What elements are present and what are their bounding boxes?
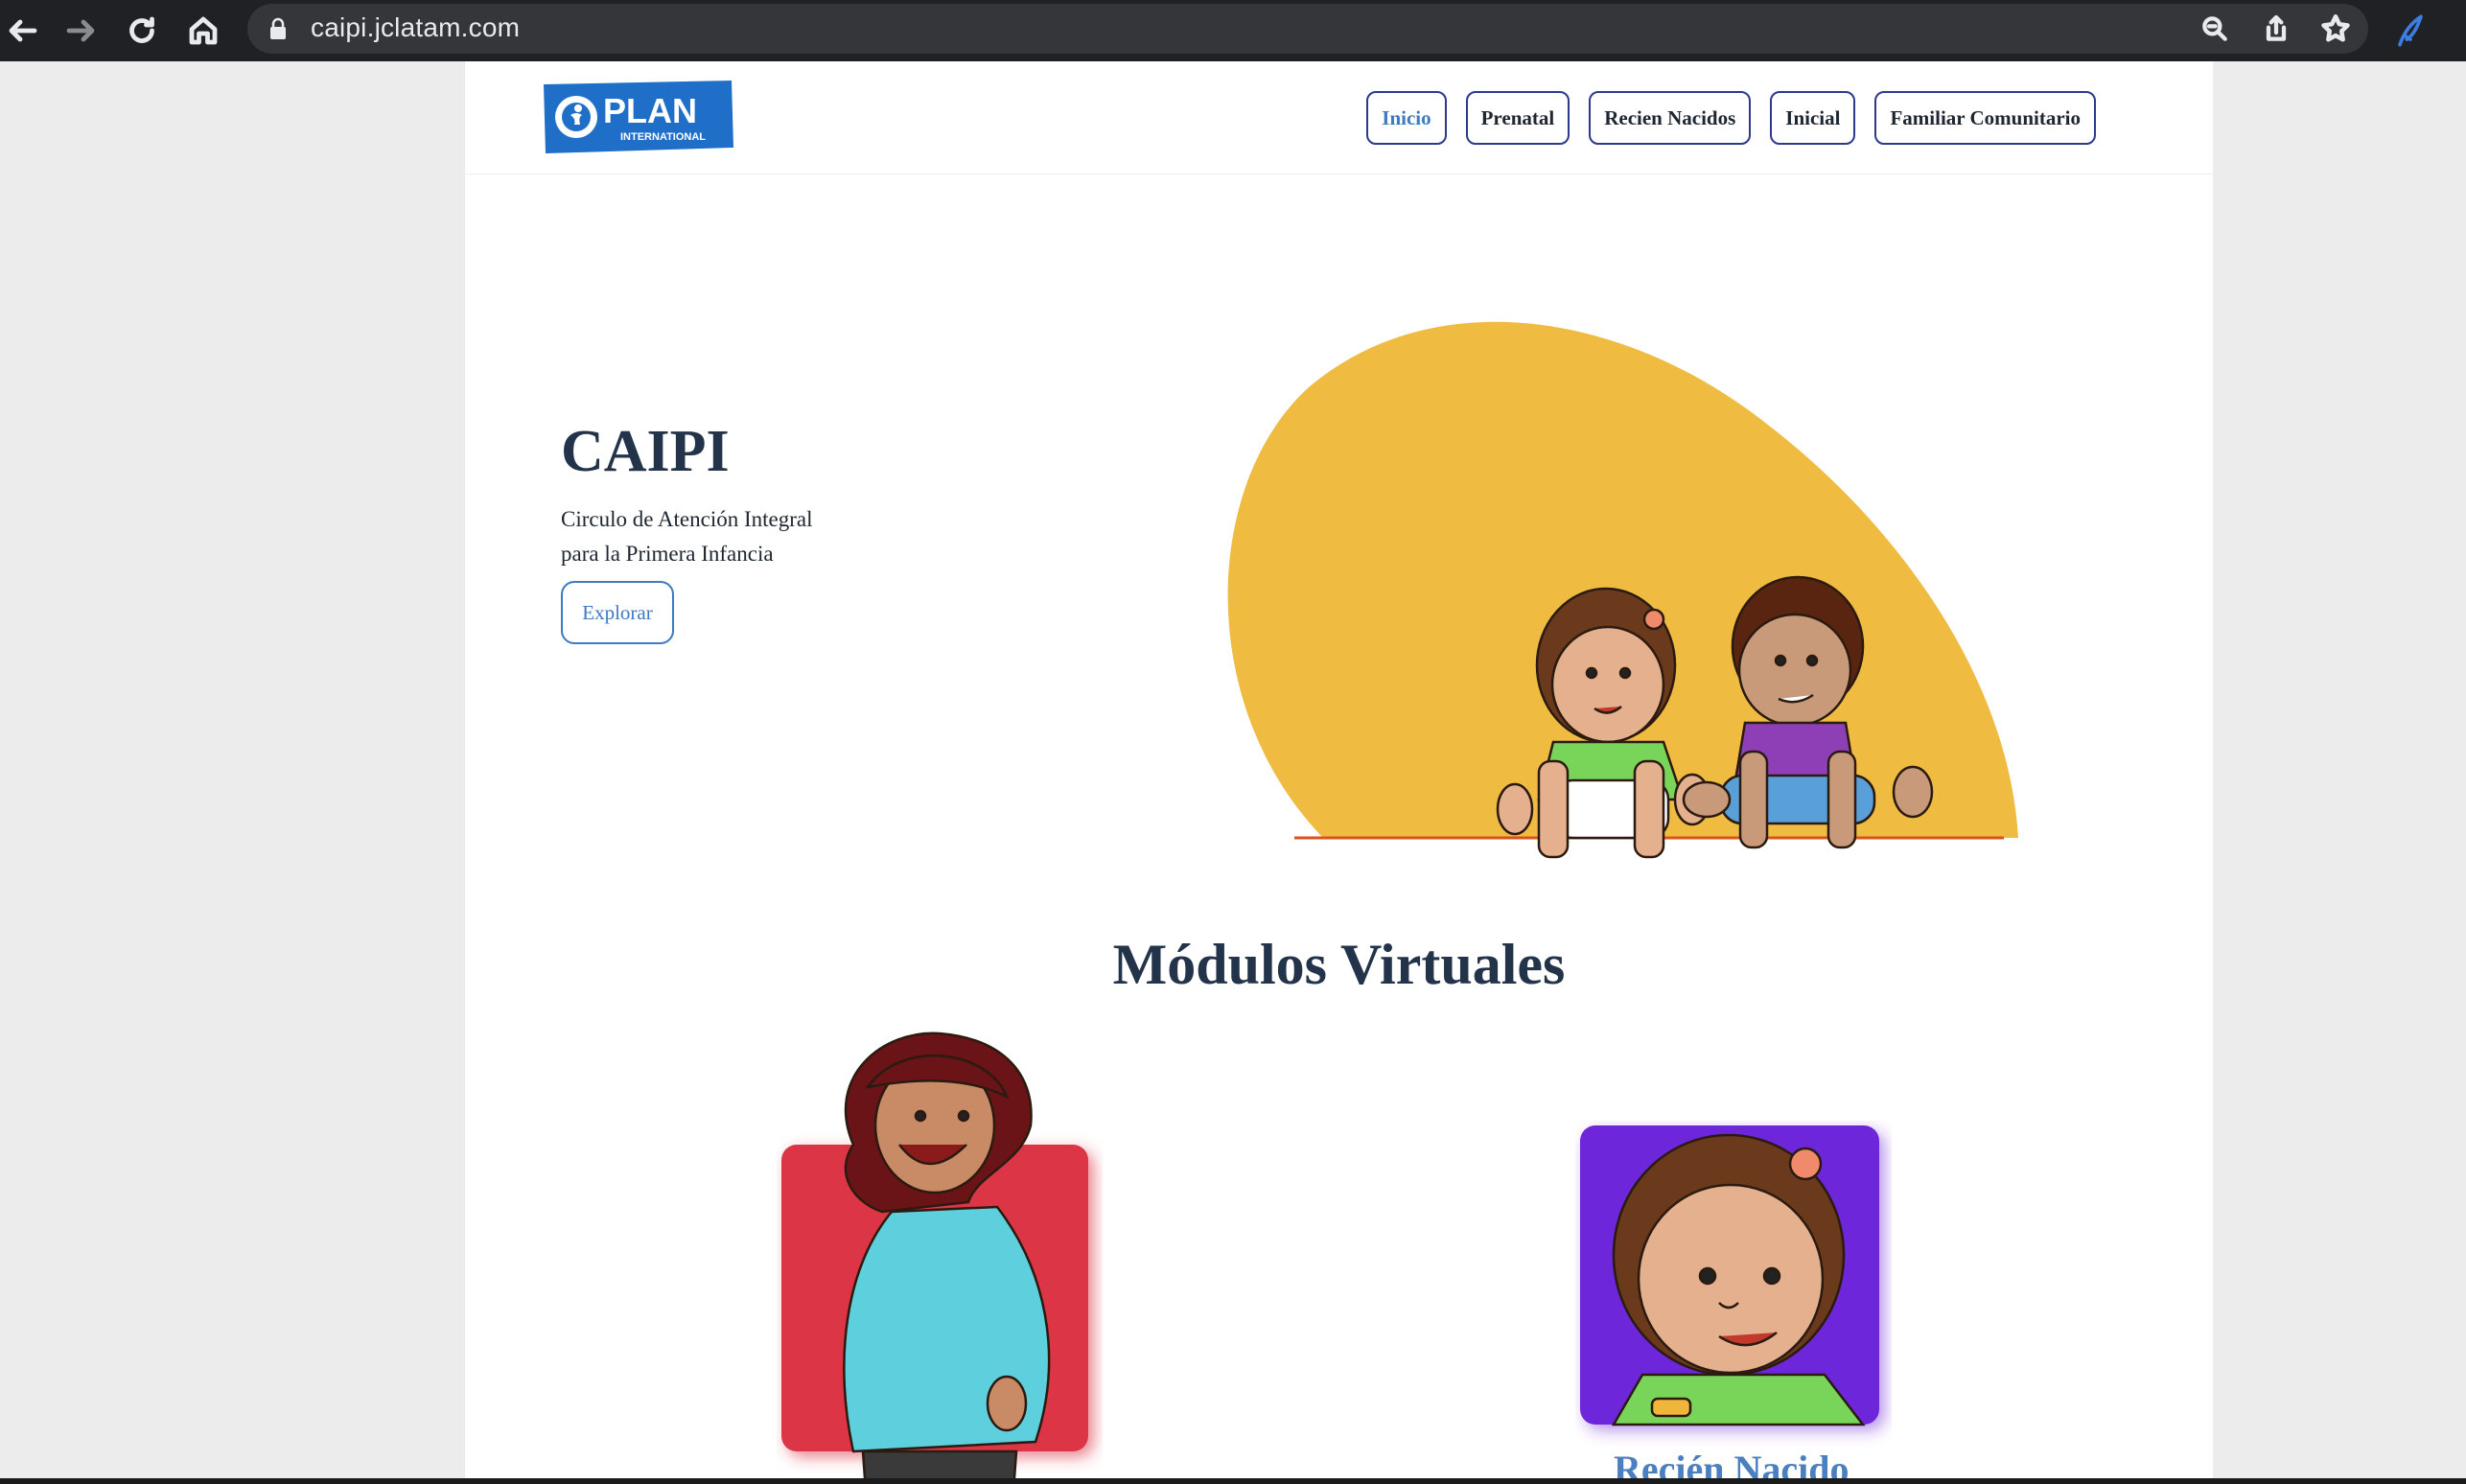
plan-international-logo[interactable]: PLAN INTERNATIONAL (542, 81, 733, 153)
browser-toolbar: caipi.jclatam.com (0, 0, 2466, 61)
taskbar-strip (0, 1478, 2466, 1484)
home-icon[interactable] (180, 8, 226, 54)
address-bar[interactable]: caipi.jclatam.com (247, 4, 2368, 54)
nav-recien-nacidos[interactable]: Recien Nacidos (1589, 91, 1752, 145)
hero-subtitle-line1: Circulo de Atención Integral (561, 507, 813, 531)
pregnant-woman-illustration (843, 1032, 1051, 1484)
hero-subtitle-line2: para la Primera Infancia (561, 542, 774, 566)
logo-brand-text: PLAN (603, 91, 697, 130)
bookmark-star-icon[interactable] (2315, 8, 2357, 50)
nav-inicial[interactable]: Inicial (1770, 91, 1856, 145)
explore-button[interactable]: Explorar (561, 581, 674, 644)
hero-illustration (1222, 263, 2085, 876)
lock-icon[interactable] (268, 17, 288, 45)
logo-sub-text: INTERNATIONAL (620, 131, 706, 143)
nav-prenatal[interactable]: Prenatal (1465, 91, 1570, 145)
hero-subtitle: Circulo de Atención Integral para la Pri… (561, 502, 906, 571)
zoom-icon[interactable] (2194, 8, 2236, 50)
web-page: PLAN INTERNATIONAL Inicio Prenatal Recie… (465, 61, 2213, 1484)
nav-inicio[interactable]: Inicio (1366, 91, 1447, 145)
forward-icon[interactable] (58, 8, 104, 54)
site-header: PLAN INTERNATIONAL Inicio Prenatal Recie… (465, 61, 2213, 174)
modules-section-title: Módulos Virtuales (1112, 933, 1566, 996)
nav-familiar-comunitario[interactable]: Familiar Comunitario (1874, 91, 2096, 145)
reload-icon[interactable] (119, 8, 165, 54)
back-icon[interactable] (0, 8, 46, 54)
module-card-prenatal[interactable] (777, 1020, 1103, 1484)
hero-title: CAIPI (561, 419, 730, 484)
extension-icon[interactable] (2389, 10, 2431, 57)
module-card-recien-nacido[interactable]: Recién Nacido (1575, 1121, 1892, 1484)
main-nav: Inicio Prenatal Recien Nacidos Inicial F… (1366, 91, 2096, 145)
url-text[interactable]: caipi.jclatam.com (311, 12, 520, 43)
share-icon[interactable] (2255, 8, 2297, 50)
